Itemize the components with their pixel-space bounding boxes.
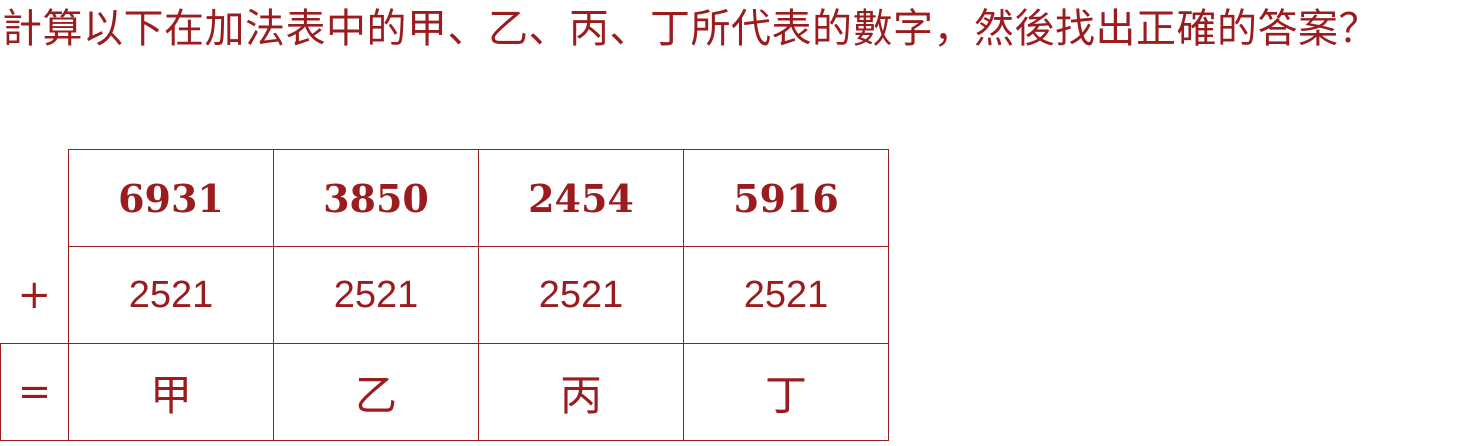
result-row: = 甲 乙 丙 丁 [0, 343, 889, 441]
plus-sign: + [0, 246, 69, 344]
top-number-cell-1: 6931 [68, 149, 274, 247]
top-number-4: 5916 [733, 175, 839, 221]
question-text: 計算以下在加法表中的甲、乙、丙、丁所代表的數字，然後找出正確的答案？ [2, 6, 1379, 52]
top-numbers-row: 6931 3850 2454 5916 [0, 149, 889, 247]
addend-cell-2: 2521 [273, 246, 479, 344]
empty-corner-cell [0, 149, 69, 247]
result-cell-2: 乙 [273, 343, 479, 441]
unknown-ding: 丁 [764, 370, 807, 420]
unknown-jia: 甲 [149, 370, 192, 420]
unknown-yi: 乙 [354, 370, 397, 420]
addend-4: 2521 [743, 273, 829, 316]
result-cell-4: 丁 [683, 343, 889, 441]
addend-2: 2521 [333, 273, 419, 316]
top-number-cell-4: 5916 [683, 149, 889, 247]
addend-1: 2521 [128, 273, 214, 316]
result-cell-3: 丙 [478, 343, 684, 441]
top-number-1: 6931 [118, 175, 224, 221]
top-number-3: 2454 [528, 175, 634, 221]
equals-sign: = [0, 343, 69, 441]
addend-cell-1: 2521 [68, 246, 274, 344]
addend-3: 2521 [538, 273, 624, 316]
addend-cell-4: 2521 [683, 246, 889, 344]
result-cell-1: 甲 [68, 343, 274, 441]
addend-row: + 2521 2521 2521 2521 [0, 246, 889, 344]
top-number-cell-3: 2454 [478, 149, 684, 247]
top-number-cell-2: 3850 [273, 149, 479, 247]
unknown-bing: 丙 [559, 370, 602, 420]
addition-table: 6931 3850 2454 5916 + 2521 2521 2521 252… [0, 149, 889, 441]
top-number-2: 3850 [323, 175, 429, 221]
addend-cell-3: 2521 [478, 246, 684, 344]
